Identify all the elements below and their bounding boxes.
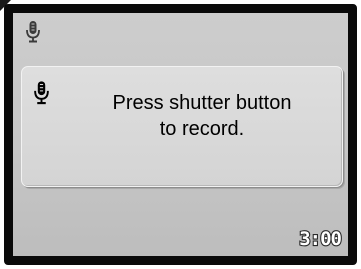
dialog-message-line-2: to record.: [159, 118, 245, 140]
dialog-message-line-1: Press shutter button: [112, 92, 292, 114]
record-prompt-dialog: Press shutter button to record.: [21, 66, 343, 187]
microphone-icon: [26, 21, 40, 43]
camera-lcd-screen: Press shutter button to record. 3:00: [4, 4, 357, 265]
microphone-icon: [34, 81, 49, 105]
recording-time-remaining: 3:00: [298, 227, 343, 251]
dialog-message: Press shutter button to record.: [82, 90, 322, 142]
